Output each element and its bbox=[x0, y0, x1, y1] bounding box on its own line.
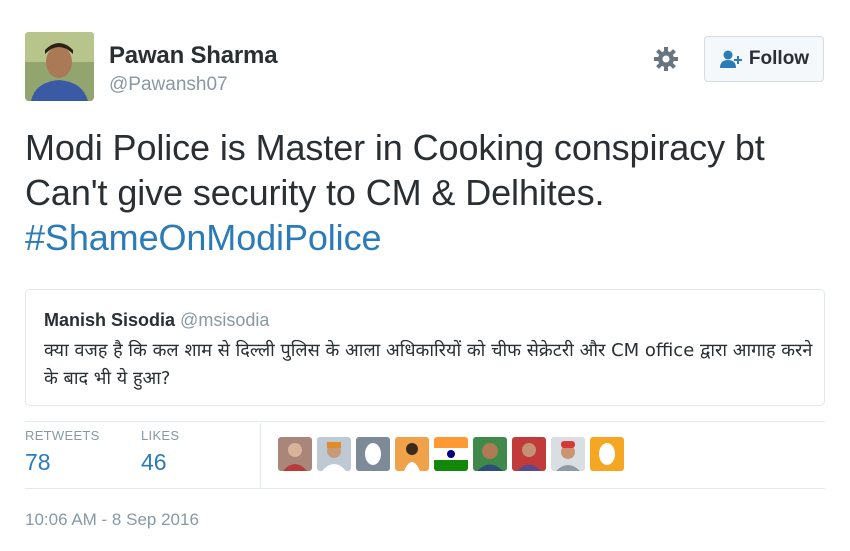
add-user-icon bbox=[719, 50, 742, 68]
quoted-tweet-text: क्या वजह है कि कल शाम से दिल्ली पुलिस के… bbox=[44, 340, 813, 389]
gear-icon[interactable] bbox=[652, 45, 680, 73]
retweets-count: 78 bbox=[25, 449, 51, 475]
tweet-line-2: Can't give security to CM & Delhites. bbox=[25, 172, 605, 213]
stats-divider bbox=[260, 423, 261, 487]
likes-stat[interactable]: LIKES 46 bbox=[141, 428, 179, 476]
tweet-line-1: Modi Police is Master in Cooking conspir… bbox=[25, 127, 765, 168]
liker-avatar[interactable] bbox=[395, 437, 429, 471]
retweets-label: RETWEETS bbox=[25, 428, 100, 443]
follow-label: Follow bbox=[748, 48, 810, 69]
tweet-card: Pawan Sharma @Pawansh07 Follow Modi Poli… bbox=[0, 0, 850, 551]
liker-avatar[interactable] bbox=[473, 437, 507, 471]
quoted-author-name: Manish Sisodia bbox=[44, 310, 176, 330]
divider-bottom bbox=[25, 488, 825, 489]
author-name[interactable]: Pawan Sharma bbox=[109, 42, 278, 70]
liker-avatar[interactable] bbox=[317, 437, 351, 471]
liker-avatar[interactable] bbox=[278, 437, 312, 471]
liker-avatars bbox=[278, 437, 624, 471]
liker-avatar[interactable] bbox=[512, 437, 546, 471]
divider-top bbox=[25, 421, 825, 422]
quoted-tweet[interactable]: Manish Sisodia @msisodia क्या वजह है कि … bbox=[25, 289, 825, 406]
author-avatar[interactable] bbox=[25, 32, 94, 101]
tweet-timestamp[interactable]: 10:06 AM - 8 Sep 2016 bbox=[25, 510, 199, 530]
liker-avatar[interactable] bbox=[434, 437, 468, 471]
liker-avatar[interactable] bbox=[356, 437, 390, 471]
likes-label: LIKES bbox=[141, 428, 180, 443]
hashtag-link[interactable]: #ShameOnModiPolice bbox=[25, 215, 835, 260]
author-handle[interactable]: @Pawansh07 bbox=[109, 74, 228, 96]
quoted-author-handle: @msisodia bbox=[180, 310, 270, 330]
author-photo bbox=[25, 32, 94, 101]
retweets-stat[interactable]: RETWEETS 78 bbox=[25, 428, 100, 476]
liker-avatar[interactable] bbox=[551, 437, 585, 471]
tweet-text: Modi Police is Master in Cooking conspir… bbox=[25, 125, 835, 260]
likes-count: 46 bbox=[141, 449, 167, 475]
follow-button[interactable]: Follow bbox=[704, 36, 824, 82]
quoted-tweet-header: Manish Sisodia @msisodia bbox=[44, 310, 269, 331]
liker-avatar[interactable] bbox=[590, 437, 624, 471]
